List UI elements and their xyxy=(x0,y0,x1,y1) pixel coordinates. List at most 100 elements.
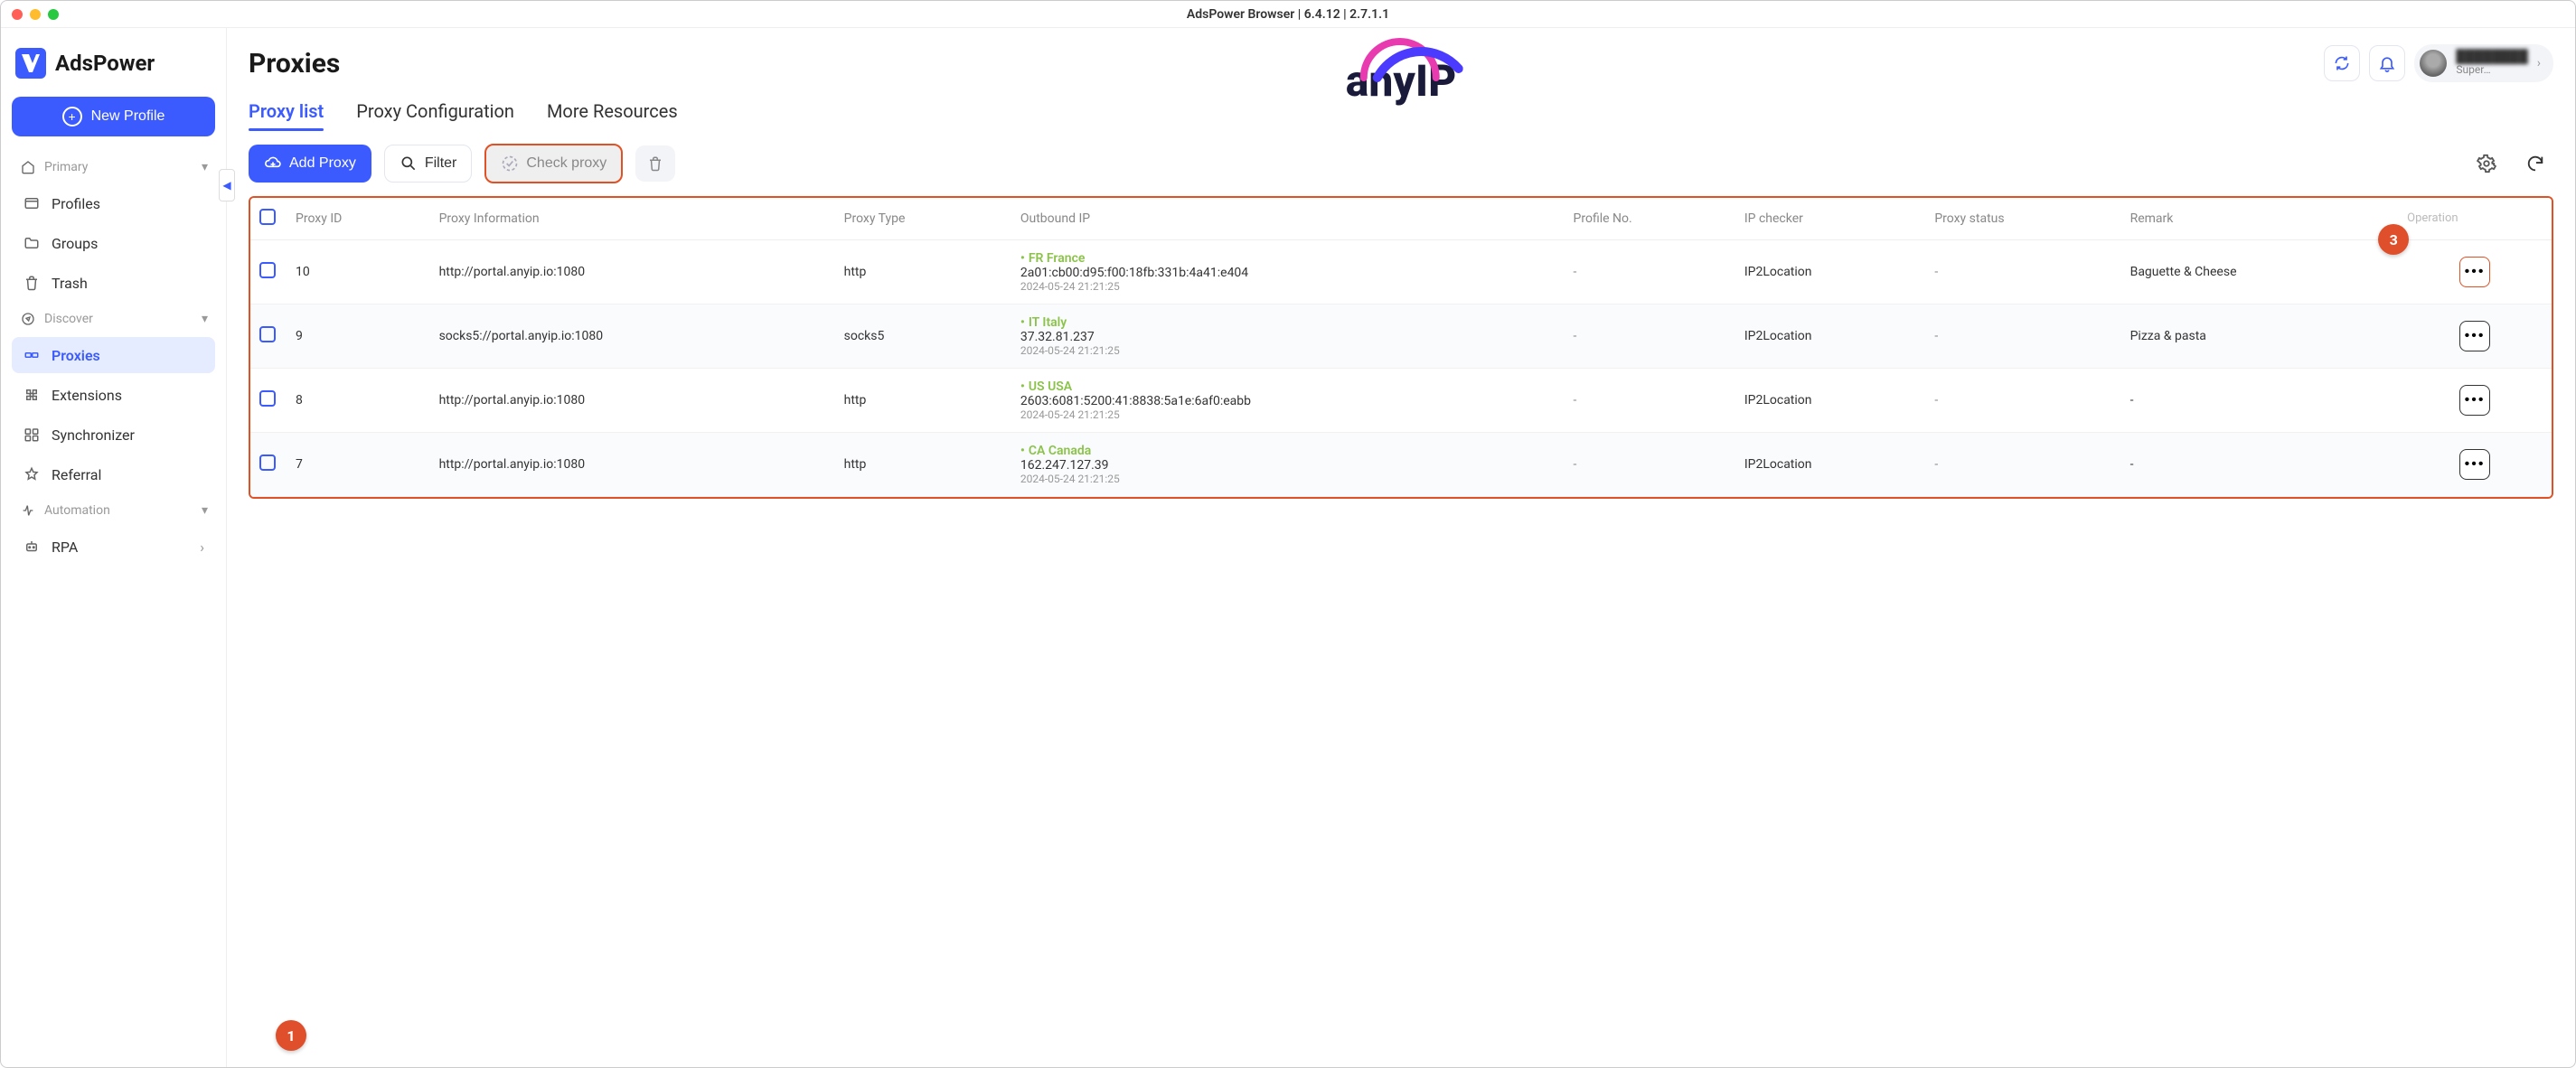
titlebar: AdsPower Browser | 6.4.12 | 2.7.1.1 xyxy=(1,1,2575,28)
cell-proxy-info: http://portal.anyip.io:1080 xyxy=(430,240,835,304)
callout-1: 1 xyxy=(276,1020,306,1051)
tab-proxy-list[interactable]: Proxy list xyxy=(249,95,324,131)
proxy-table: Proxy ID Proxy Information Proxy Type Ou… xyxy=(249,196,2553,499)
delete-button[interactable] xyxy=(635,145,675,182)
user-name: ████████ xyxy=(2456,51,2527,64)
cell-outbound-ip: US USA2603:6081:5200:41:8838:5a1e:6af0:e… xyxy=(1011,369,1565,433)
row-checkbox[interactable] xyxy=(259,262,276,278)
window-controls xyxy=(12,9,59,20)
chevron-down-icon: ▾ xyxy=(202,503,208,518)
row-more-button[interactable]: ••• xyxy=(2459,385,2490,416)
cloud-plus-icon xyxy=(264,155,282,173)
bell-icon xyxy=(2378,54,2396,72)
new-profile-button[interactable]: + New Profile xyxy=(12,97,215,136)
section-primary[interactable]: Primary ▾ xyxy=(12,153,215,182)
table-row[interactable]: 8http://portal.anyip.io:1080httpUS USA26… xyxy=(250,369,2552,433)
cell-operation: ••• xyxy=(2398,433,2552,497)
cell-proxy-type: http xyxy=(835,240,1011,304)
tab-more-resources[interactable]: More Resources xyxy=(547,95,678,131)
sync-button[interactable] xyxy=(2324,45,2360,81)
row-more-button[interactable]: ••• xyxy=(2459,449,2490,480)
col-proxy-id: Proxy ID xyxy=(287,198,430,240)
tab-proxy-configuration[interactable]: Proxy Configuration xyxy=(356,95,514,131)
cell-proxy-type: socks5 xyxy=(835,304,1011,369)
cell-ip-checker: IP2Location xyxy=(1735,240,1926,304)
cell-outbound-ip: IT Italy37.32.81.2372024-05-24 21:21:25 xyxy=(1011,304,1565,369)
table-row[interactable]: 9socks5://portal.anyip.io:1080socks5IT I… xyxy=(250,304,2552,369)
chevron-right-icon: › xyxy=(200,539,204,556)
table-row[interactable]: 10http://portal.anyip.io:1080httpFR Fran… xyxy=(250,240,2552,304)
cell-proxy-info: socks5://portal.anyip.io:1080 xyxy=(430,304,835,369)
cell-proxy-status: - xyxy=(1925,240,2120,304)
cell-proxy-status: - xyxy=(1925,433,2120,497)
sidebar: AdsPower + New Profile ◀ Primary ▾ xyxy=(1,28,227,1067)
sidebar-item-extensions[interactable]: Extensions xyxy=(12,377,215,413)
col-remark: Remark xyxy=(2121,198,2399,240)
minimize-window-button[interactable] xyxy=(30,9,41,20)
cell-operation: ••• xyxy=(2398,304,2552,369)
sidebar-item-synchronizer[interactable]: Synchronizer xyxy=(12,417,215,453)
logo-text: AdsPower xyxy=(55,51,155,76)
notifications-button[interactable] xyxy=(2369,45,2405,81)
cell-profile-no: - xyxy=(1565,304,1735,369)
cell-proxy-id: 9 xyxy=(287,304,430,369)
sidebar-item-trash[interactable]: Trash xyxy=(12,265,215,301)
col-outbound-ip: Outbound IP xyxy=(1011,198,1565,240)
toolbar: Add Proxy Filter Check proxy xyxy=(249,144,2553,183)
section-automation[interactable]: Automation ▾ xyxy=(12,496,215,525)
row-checkbox[interactable] xyxy=(259,326,276,342)
cell-proxy-id: 8 xyxy=(287,369,430,433)
trash-icon xyxy=(23,274,41,292)
sidebar-item-groups[interactable]: Groups xyxy=(12,225,215,261)
check-proxy-button[interactable]: Check proxy xyxy=(484,144,623,183)
cell-checkbox xyxy=(250,369,287,433)
select-all-checkbox[interactable] xyxy=(259,209,276,225)
table-row[interactable]: 7http://portal.anyip.io:1080httpCA Canad… xyxy=(250,433,2552,497)
col-proxy-info: Proxy Information xyxy=(430,198,835,240)
filter-button[interactable]: Filter xyxy=(384,145,473,183)
sidebar-collapse-button[interactable]: ◀ xyxy=(219,169,235,201)
col-operation: Operation xyxy=(2398,198,2552,240)
main-content: anyIP Proxies ████████ Super… xyxy=(227,28,2575,1067)
maximize-window-button[interactable] xyxy=(48,9,59,20)
user-menu[interactable]: ████████ Super… › xyxy=(2414,44,2553,82)
row-checkbox[interactable] xyxy=(259,454,276,471)
sidebar-item-rpa[interactable]: RPA › xyxy=(12,529,215,565)
cell-checkbox xyxy=(250,304,287,369)
cell-checkbox xyxy=(250,433,287,497)
table-header-row: Proxy ID Proxy Information Proxy Type Ou… xyxy=(250,198,2552,240)
row-more-button[interactable]: ••• xyxy=(2459,321,2490,351)
star-icon xyxy=(23,465,41,483)
cell-ip-checker: IP2Location xyxy=(1735,433,1926,497)
callout-3: 3 xyxy=(2378,224,2409,255)
profiles-icon xyxy=(23,194,41,212)
new-profile-label: New Profile xyxy=(91,108,165,125)
cell-proxy-status: - xyxy=(1925,369,2120,433)
cell-remark: - xyxy=(2121,433,2399,497)
logo-icon xyxy=(15,48,46,79)
robot-icon xyxy=(23,538,41,556)
cell-remark: Baguette & Cheese xyxy=(2121,240,2399,304)
row-more-button[interactable]: ••• xyxy=(2459,257,2490,287)
add-proxy-button[interactable]: Add Proxy xyxy=(249,145,371,183)
sidebar-item-profiles[interactable]: Profiles xyxy=(12,185,215,221)
app-logo: AdsPower xyxy=(12,42,215,93)
sidebar-item-referral[interactable]: Referral xyxy=(12,456,215,492)
compass-icon xyxy=(19,310,37,328)
folder-icon xyxy=(23,234,41,252)
section-discover[interactable]: Discover ▾ xyxy=(12,304,215,333)
row-checkbox[interactable] xyxy=(259,390,276,407)
settings-button[interactable] xyxy=(2468,145,2505,182)
cell-remark: - xyxy=(2121,369,2399,433)
cell-profile-no: - xyxy=(1565,369,1735,433)
close-window-button[interactable] xyxy=(12,9,23,20)
sync-icon xyxy=(23,426,41,444)
check-icon xyxy=(501,155,519,173)
sidebar-item-proxies[interactable]: Proxies xyxy=(12,337,215,373)
cell-proxy-info: http://portal.anyip.io:1080 xyxy=(430,433,835,497)
col-proxy-status: Proxy status xyxy=(1925,198,2120,240)
refresh-button[interactable] xyxy=(2517,145,2553,182)
cell-proxy-info: http://portal.anyip.io:1080 xyxy=(430,369,835,433)
cell-remark: Pizza & pasta xyxy=(2121,304,2399,369)
cell-proxy-id: 7 xyxy=(287,433,430,497)
